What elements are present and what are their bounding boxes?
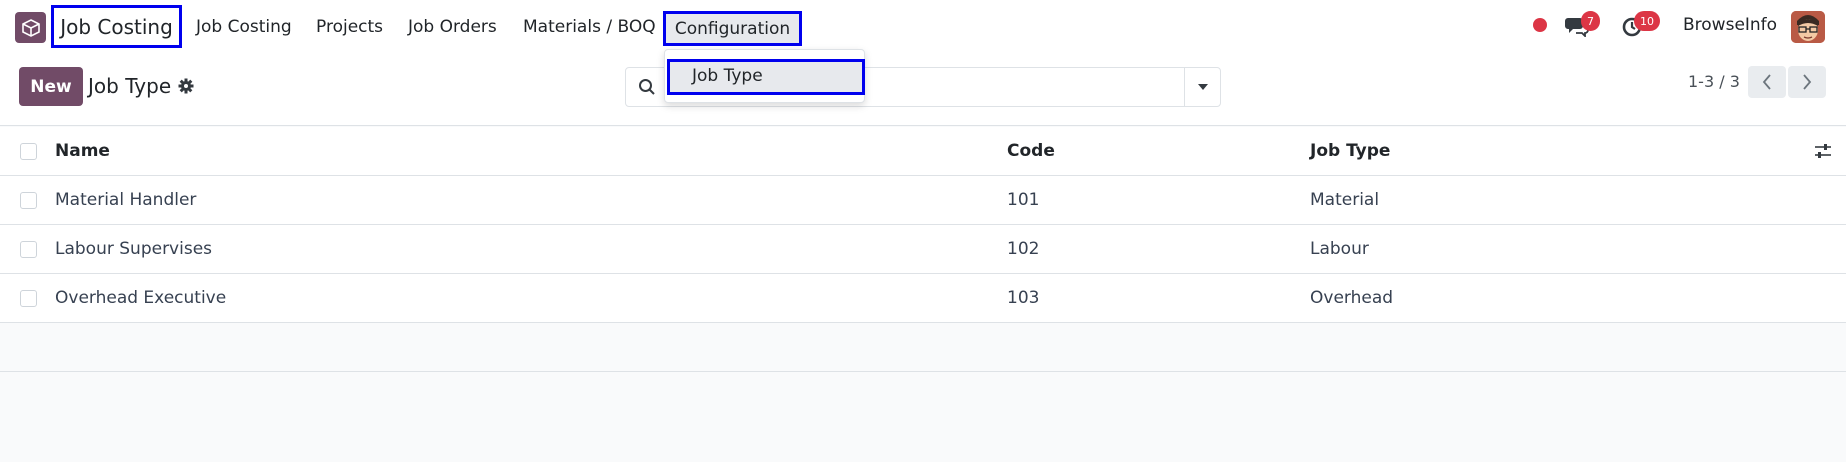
pager-previous-button[interactable] xyxy=(1748,66,1786,98)
list-table: Name Code Job Type Material Handler 101 … xyxy=(0,127,1846,323)
cell-name[interactable]: Material Handler xyxy=(55,176,196,225)
cell-code[interactable]: 103 xyxy=(1007,274,1039,323)
menu-materials-boq[interactable]: Materials / BOQ xyxy=(523,14,656,40)
table-row[interactable]: Labour Supervises 102 Labour xyxy=(0,225,1846,274)
configuration-dropdown: Job Type xyxy=(664,49,865,103)
chevron-left-icon xyxy=(1762,74,1771,90)
caret-down-icon xyxy=(1197,84,1208,90)
company-switcher[interactable]: BrowseInfo xyxy=(1683,15,1777,35)
cell-name[interactable]: Labour Supervises xyxy=(55,225,212,274)
dropdown-item-job-type[interactable]: Job Type xyxy=(667,59,865,95)
cell-job-type[interactable]: Overhead xyxy=(1310,274,1393,323)
cell-code[interactable]: 101 xyxy=(1007,176,1039,225)
menu-job-orders[interactable]: Job Orders xyxy=(408,14,497,40)
gear-icon[interactable] xyxy=(178,78,194,98)
cell-code[interactable]: 102 xyxy=(1007,225,1039,274)
chat-count-badge: 7 xyxy=(1581,11,1600,31)
activity-count-badge: 10 xyxy=(1634,11,1660,31)
pager-next-button[interactable] xyxy=(1788,66,1826,98)
select-all-checkbox[interactable] xyxy=(20,143,37,160)
table-row[interactable]: Material Handler 101 Material xyxy=(0,176,1846,225)
column-header-code[interactable]: Code xyxy=(1007,127,1055,176)
cell-name[interactable]: Overhead Executive xyxy=(55,274,226,323)
optional-columns-icon[interactable] xyxy=(1814,142,1832,164)
status-dot-icon[interactable] xyxy=(1533,18,1547,32)
chevron-right-icon xyxy=(1803,74,1812,90)
table-header-row: Name Code Job Type xyxy=(0,127,1846,176)
app-menu-icon[interactable] xyxy=(15,12,46,43)
table-footer-spacer xyxy=(0,325,1846,372)
column-header-job-type[interactable]: Job Type xyxy=(1310,127,1390,176)
row-checkbox[interactable] xyxy=(20,192,37,209)
app-brand[interactable]: Job Costing xyxy=(51,5,182,48)
row-checkbox[interactable] xyxy=(20,290,37,307)
search-icon xyxy=(638,78,656,100)
column-header-name[interactable]: Name xyxy=(55,127,110,176)
control-panel: New Job Type 1-3 / 3 xyxy=(0,54,1846,126)
user-avatar[interactable] xyxy=(1791,11,1825,43)
cell-job-type[interactable]: Material xyxy=(1310,176,1379,225)
menu-configuration[interactable]: Configuration xyxy=(663,11,802,46)
top-navbar: Job Costing Job Costing Projects Job Ord… xyxy=(0,0,1846,54)
page-title: Job Type xyxy=(88,74,172,98)
menu-job-costing[interactable]: Job Costing xyxy=(196,14,292,40)
table-row[interactable]: Overhead Executive 103 Overhead xyxy=(0,274,1846,323)
row-checkbox[interactable] xyxy=(20,241,37,258)
menu-projects[interactable]: Projects xyxy=(316,14,383,40)
new-button[interactable]: New xyxy=(19,67,83,106)
pager-value[interactable]: 1-3 / 3 xyxy=(1688,72,1740,91)
search-options-toggle[interactable] xyxy=(1184,68,1220,106)
cell-job-type[interactable]: Labour xyxy=(1310,225,1369,274)
